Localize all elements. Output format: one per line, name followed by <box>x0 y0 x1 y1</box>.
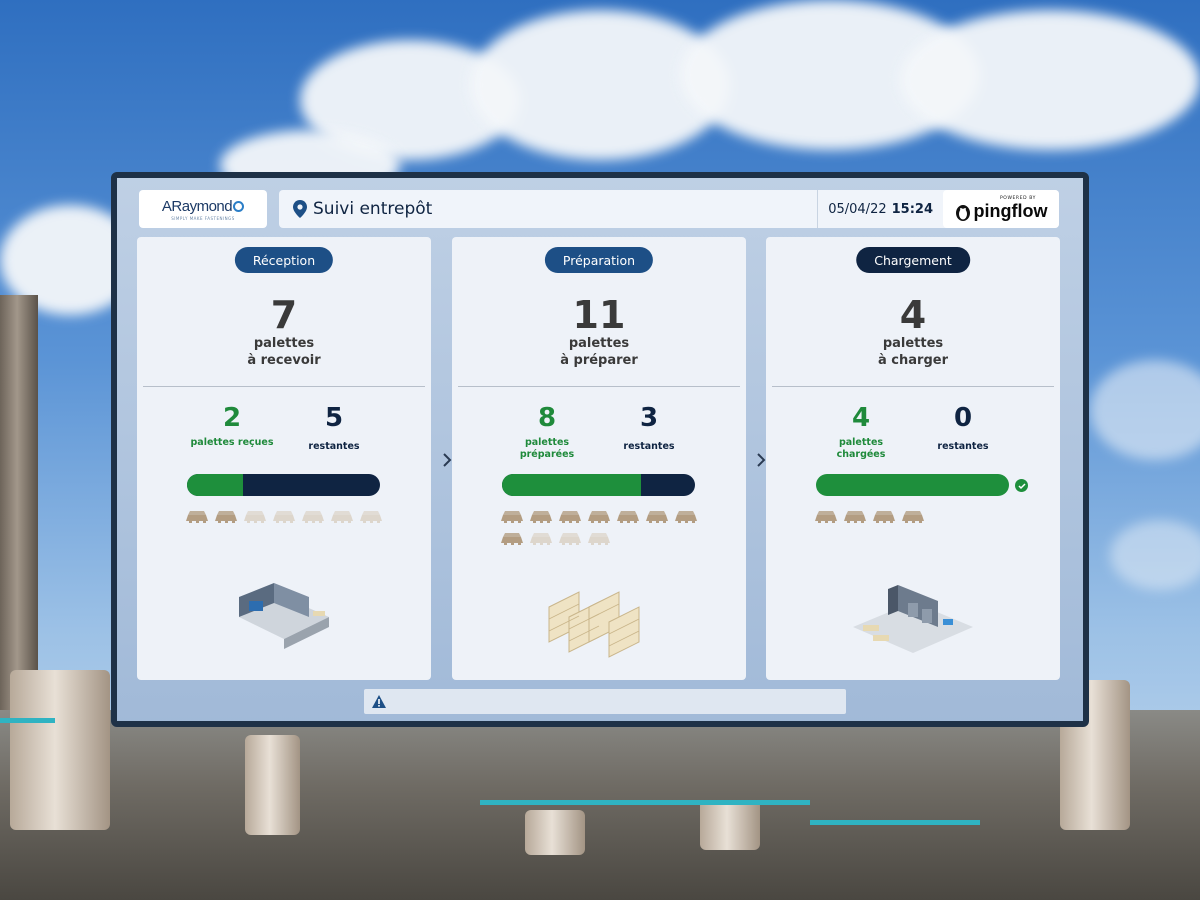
pallet-icon <box>559 533 581 545</box>
dashboard-window: ARaymond SIMPLY MAKE FASTENINGS Suivi en… <box>111 172 1089 727</box>
remaining-count: 3 <box>639 403 659 433</box>
warehouse-illustration <box>539 577 659 671</box>
pallet-icon <box>501 511 523 523</box>
stage-pill[interactable]: Préparation <box>544 247 654 273</box>
pallet-icon <box>559 511 581 523</box>
total-label: palettes à préparer <box>452 335 746 369</box>
pallet-icon <box>530 533 552 545</box>
panel-2: Chargement 4 palettes à charger 4 palett… <box>766 237 1060 680</box>
chevron-right-icon <box>754 450 768 470</box>
pallet-icon <box>844 511 866 523</box>
top-bar: ARaymond SIMPLY MAKE FASTENINGS Suivi en… <box>137 190 1059 228</box>
tank <box>700 800 760 850</box>
stage-pill[interactable]: Chargement <box>856 247 970 273</box>
pallet-icon <box>215 511 237 523</box>
pallet-icon <box>530 511 552 523</box>
logo-tagline: SIMPLY MAKE FASTENINGS <box>171 215 235 221</box>
total-label-line: à préparer <box>560 353 638 368</box>
divider <box>143 386 425 387</box>
tank <box>525 810 585 855</box>
chevron-right-icon <box>440 450 454 470</box>
total-count: 11 <box>572 293 626 337</box>
alert-bar[interactable] <box>364 689 846 714</box>
pallet-icon <box>588 511 610 523</box>
total-label-line: palettes <box>568 336 630 351</box>
pallet-icon <box>186 511 208 523</box>
total-count: 7 <box>270 293 298 337</box>
cloud <box>1090 360 1200 460</box>
pallet-icon <box>588 533 610 545</box>
stage-pill[interactable]: Réception <box>234 247 334 273</box>
panel-0: Réception 7 palettes à recevoir 2 palett… <box>137 237 431 680</box>
remaining-label: restantes <box>937 441 989 452</box>
pallet-icon <box>873 511 895 523</box>
pipe <box>810 820 980 825</box>
page-title: Suivi entrepôt <box>313 199 433 219</box>
remaining-count: 5 <box>324 403 344 433</box>
pallet-icons <box>186 509 386 523</box>
pallet-icon <box>244 511 266 523</box>
pingflow-logo: POWERED BY pingflow <box>943 190 1059 228</box>
brand-name: pingflow <box>973 201 1048 221</box>
warning-icon <box>372 695 386 709</box>
pallet-icon <box>360 511 382 523</box>
date: 05/04/22 <box>828 201 887 217</box>
total-label-line: à charger <box>878 353 948 368</box>
pallet-icons <box>501 509 701 545</box>
tank <box>245 735 300 835</box>
industrial-plant <box>0 710 1200 900</box>
progress-bar <box>502 474 695 496</box>
remaining-stat: 5 restantes <box>274 403 394 453</box>
progress-fill <box>816 474 1009 496</box>
progress-bar <box>816 474 1009 496</box>
map-pin-icon <box>287 190 313 228</box>
time: 15:24 <box>891 201 933 217</box>
remaining-count: 0 <box>953 403 973 433</box>
cloud <box>1110 520 1200 590</box>
divider <box>458 386 740 387</box>
penguin-icon <box>955 204 970 221</box>
araymond-logo: ARaymond SIMPLY MAKE FASTENINGS <box>139 190 267 228</box>
progress-fill <box>502 474 641 496</box>
divider <box>772 386 1054 387</box>
total-count: 4 <box>899 293 927 337</box>
cloud <box>900 10 1200 150</box>
chimney <box>0 295 38 715</box>
total-label: palettes à charger <box>766 335 1060 369</box>
logo-text: ARaymond <box>161 197 233 215</box>
pallet-icon <box>675 511 697 523</box>
warehouse-illustration <box>848 577 978 661</box>
remaining-stat: 0 restantes <box>903 403 1023 453</box>
total-label: palettes à recevoir <box>137 335 431 369</box>
progress-bar <box>187 474 380 496</box>
pallet-icon <box>302 511 324 523</box>
title-bar: Suivi entrepôt 05/04/22 15:24 POWERED BY… <box>279 190 1059 228</box>
pallet-icon <box>902 511 924 523</box>
panel-1: Préparation 11 palettes à préparer 8 pal… <box>452 237 746 680</box>
pallet-icon <box>617 511 639 523</box>
remaining-stat: 3 restantes <box>589 403 709 453</box>
remaining-label: restantes <box>308 441 360 452</box>
pallet-icon <box>501 533 523 545</box>
pallet-icons <box>815 509 1015 523</box>
total-label-line: palettes <box>253 336 315 351</box>
tank <box>10 670 110 830</box>
remaining-label: restantes <box>623 441 675 452</box>
check-circle-icon <box>1015 479 1028 492</box>
pallet-icon <box>273 511 295 523</box>
logo-ring-icon <box>233 200 245 212</box>
date-time: 05/04/22 15:24 <box>817 190 943 228</box>
progress-fill <box>187 474 243 496</box>
pallet-icon <box>815 511 837 523</box>
pallet-icon <box>331 511 353 523</box>
pipe <box>480 800 810 805</box>
pallet-icon <box>646 511 668 523</box>
total-label-line: à recevoir <box>247 353 321 368</box>
warehouse-illustration <box>229 577 339 661</box>
pipe <box>0 718 55 723</box>
total-label-line: palettes <box>882 336 944 351</box>
